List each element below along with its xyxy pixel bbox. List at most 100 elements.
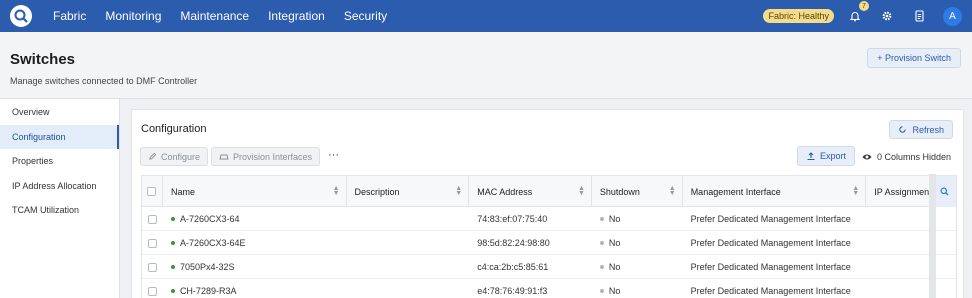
cell-shutdown: No bbox=[592, 207, 683, 231]
table-row[interactable]: A-7260CX3-64E 98:5d:82:24:98:80 No Prefe… bbox=[142, 231, 956, 255]
export-label: Export bbox=[820, 151, 847, 161]
row-checkbox[interactable] bbox=[147, 286, 157, 296]
cell-management-interface: Prefer Dedicated Management Interface bbox=[690, 214, 851, 224]
column-header-name[interactable]: Name ▲ ▼ bbox=[163, 176, 347, 207]
column-label: MAC Address bbox=[477, 186, 533, 197]
cell-management-interface: Prefer Dedicated Management Interface bbox=[690, 286, 851, 296]
column-header-management-interface[interactable]: Management Interface ▲ ▼ bbox=[683, 176, 867, 207]
document-icon bbox=[914, 10, 924, 22]
sidebar-item-label: Properties bbox=[12, 156, 54, 167]
export-button[interactable]: Export bbox=[797, 146, 856, 166]
refresh-label: Refresh bbox=[912, 124, 944, 135]
sidebar-item-configuration[interactable]: Configuration bbox=[0, 124, 119, 149]
nav-item-maintenance[interactable]: Maintenance bbox=[180, 9, 249, 23]
column-header-shutdown[interactable]: Shutdown ▲ ▼ bbox=[592, 176, 683, 207]
sidebar-item-ip-address-allocation[interactable]: IP Address Allocation bbox=[0, 174, 119, 199]
row-checkbox[interactable] bbox=[147, 238, 157, 248]
logo-icon[interactable] bbox=[10, 5, 32, 27]
sidebar-item-overview[interactable]: Overview bbox=[0, 100, 119, 125]
fabric-health-badge[interactable]: Fabric: Healthy bbox=[763, 9, 834, 23]
select-all-cell bbox=[142, 176, 163, 207]
user-avatar[interactable]: A bbox=[943, 6, 962, 26]
column-header-mac-address[interactable]: MAC Address ▲ ▼ bbox=[469, 176, 592, 207]
cell-name[interactable]: A-7260CX3-64E bbox=[163, 231, 347, 255]
sidebar-item-properties[interactable]: Properties bbox=[0, 149, 119, 174]
pencil-icon bbox=[149, 152, 157, 160]
bell-icon bbox=[849, 12, 861, 22]
provision-interfaces-label: Provision Interfaces bbox=[233, 151, 313, 162]
configuration-panel: Configuration Refresh Configure Provisio… bbox=[131, 109, 964, 298]
cell-name[interactable]: 7050Px4-32S bbox=[163, 255, 347, 279]
column-label: Name bbox=[170, 186, 195, 197]
nav-item-monitoring[interactable]: Monitoring bbox=[105, 9, 161, 23]
configure-button[interactable]: Configure bbox=[140, 147, 209, 166]
columns-hidden-toggle[interactable]: 0 Columns Hidden bbox=[862, 152, 951, 162]
sort-icon[interactable]: ▲ ▼ bbox=[333, 185, 340, 197]
cell-management-interface: Prefer Dedicated Management Interface bbox=[690, 262, 851, 272]
select-all-checkbox[interactable] bbox=[147, 187, 157, 196]
provision-switch-button[interactable]: + Provision Switch bbox=[867, 48, 961, 68]
cell-mac-address: e4:78:76:49:91:f3 bbox=[477, 286, 548, 296]
cell-mac-address: c4:ca:2b:c5:85:61 bbox=[477, 262, 549, 272]
sort-icon[interactable]: ▲ ▼ bbox=[455, 185, 462, 197]
notifications-button[interactable]: 7 bbox=[847, 1, 869, 24]
table-header: Name ▲ ▼ Description ▲ ▼ MAC Address ▲ ▼ Shutd… bbox=[142, 176, 956, 207]
nav-item-integration[interactable]: Integration bbox=[268, 9, 325, 23]
sidebar-item-tcam-utilization[interactable]: TCAM Utilization bbox=[0, 198, 119, 223]
cell-description bbox=[346, 279, 469, 298]
shutdown-status-icon bbox=[599, 241, 604, 245]
row-checkbox[interactable] bbox=[147, 262, 157, 272]
table-row[interactable]: A-7260CX3-64 74:83:ef:07:75:40 No Prefer… bbox=[142, 207, 956, 231]
cell-ip-assignment bbox=[866, 231, 956, 255]
gear-icon bbox=[882, 11, 892, 21]
cell-mac-address: 98:5d:82:24:98:80 bbox=[477, 238, 550, 248]
status-up-icon bbox=[170, 265, 175, 269]
table-row[interactable]: 7050Px4-32S c4:ca:2b:c5:85:61 No Prefer … bbox=[142, 255, 956, 279]
cell-name[interactable]: CH-7289-R3A bbox=[163, 279, 347, 298]
sidebar-item-label: IP Address Allocation bbox=[12, 180, 97, 191]
sort-icon[interactable]: ▲ ▼ bbox=[852, 185, 859, 197]
page-header: Switches Manage switches connected to DM… bbox=[0, 32, 972, 99]
interface-icon bbox=[219, 154, 229, 160]
cell-description bbox=[346, 207, 469, 231]
settings-button[interactable] bbox=[879, 8, 895, 24]
shutdown-status-icon bbox=[599, 289, 604, 293]
switch-name: A-7260CX3-64E bbox=[179, 238, 246, 248]
top-right-controls: Fabric: Healthy 7 A bbox=[763, 0, 972, 32]
more-actions-button[interactable]: ··· bbox=[328, 149, 339, 161]
sort-icon[interactable]: ▲ ▼ bbox=[669, 185, 676, 197]
sort-icon[interactable]: ▲ ▼ bbox=[578, 185, 585, 197]
shutdown-value: No bbox=[608, 262, 621, 272]
refresh-button[interactable]: Refresh bbox=[889, 120, 953, 139]
shutdown-value: No bbox=[608, 238, 621, 248]
switch-name: CH-7289-R3A bbox=[179, 286, 237, 296]
nav-item-fabric[interactable]: Fabric bbox=[53, 9, 86, 23]
cell-shutdown: No bbox=[592, 231, 683, 255]
panel-title: Configuration bbox=[141, 123, 207, 135]
page-subtitle: Manage switches connected to DMF Control… bbox=[10, 76, 198, 86]
table-row[interactable]: CH-7289-R3A e4:78:76:49:91:f3 No Prefer … bbox=[142, 279, 956, 298]
column-label: Description bbox=[354, 186, 400, 197]
docs-button[interactable] bbox=[911, 8, 927, 24]
shutdown-status-icon bbox=[599, 265, 604, 269]
cell-ip-assignment bbox=[866, 255, 956, 279]
row-checkbox[interactable] bbox=[147, 214, 157, 224]
main-nav: Fabric Monitoring Maintenance Integratio… bbox=[53, 9, 406, 23]
row-select-cell bbox=[142, 279, 163, 298]
nav-item-security[interactable]: Security bbox=[344, 9, 387, 23]
cell-management-interface: Prefer Dedicated Management Interface bbox=[690, 238, 851, 248]
cell-description bbox=[346, 255, 469, 279]
cell-name[interactable]: A-7260CX3-64 bbox=[163, 207, 347, 231]
sidebar-item-label: Configuration bbox=[12, 131, 66, 142]
column-header-description[interactable]: Description ▲ ▼ bbox=[347, 176, 470, 207]
table-vertical-scrollbar[interactable] bbox=[929, 174, 936, 298]
configure-label: Configure bbox=[161, 151, 201, 162]
cell-shutdown: No bbox=[592, 279, 683, 298]
switch-name: 7050Px4-32S bbox=[179, 262, 235, 272]
provision-interfaces-button[interactable]: Provision Interfaces bbox=[211, 147, 321, 166]
sidebar-item-label: Overview bbox=[12, 107, 50, 118]
status-up-icon bbox=[170, 241, 175, 245]
cell-mac-address: 74:83:ef:07:75:40 bbox=[477, 214, 548, 224]
cell-description bbox=[346, 231, 469, 255]
page-title: Switches bbox=[10, 51, 76, 68]
